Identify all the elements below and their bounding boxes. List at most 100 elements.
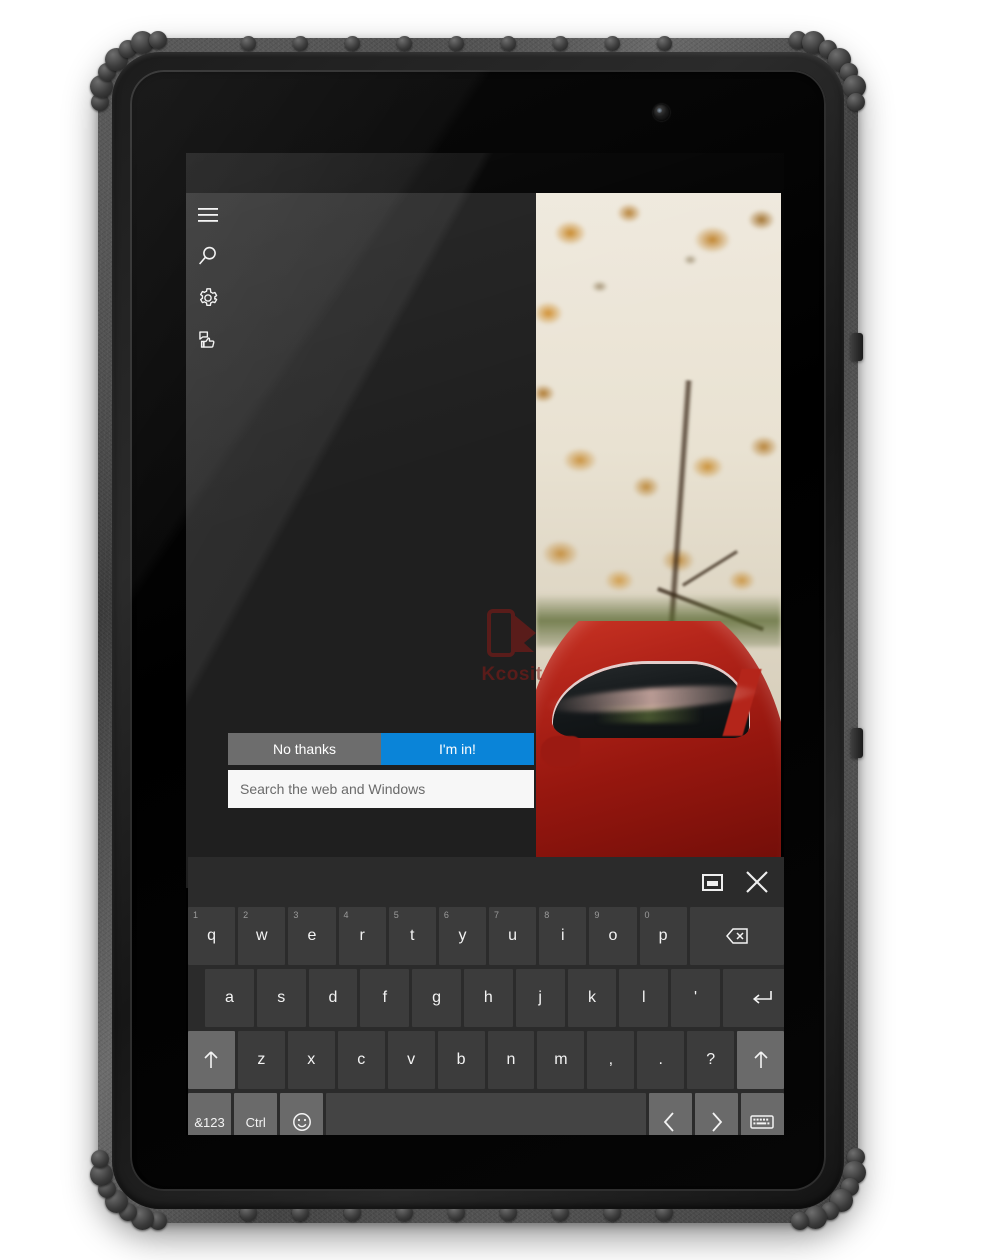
spacebar[interactable] <box>326 1093 646 1135</box>
backspace-key[interactable] <box>689 907 784 965</box>
key-number-hint: 7 <box>494 910 500 920</box>
key-q[interactable]: 1q <box>188 907 236 965</box>
cortana-nav-rail <box>186 193 230 888</box>
bumper-nub <box>396 35 412 51</box>
key-a[interactable]: a <box>205 969 254 1027</box>
side-button-volume[interactable] <box>851 333 863 361</box>
key-u[interactable]: 7u <box>489 907 537 965</box>
row-function: &123 Ctrl <box>188 1093 784 1135</box>
hamburger-menu-icon[interactable] <box>194 201 222 229</box>
arrow-left-key[interactable] <box>648 1093 692 1135</box>
taskbar-search-box[interactable]: Search the web and Windows <box>228 770 534 808</box>
side-button-power[interactable] <box>851 728 863 758</box>
bumper-nub <box>846 93 865 112</box>
key-number-hint: 9 <box>594 910 600 920</box>
key-m[interactable]: m <box>537 1031 585 1089</box>
feedback-icon[interactable] <box>194 326 222 354</box>
car-mirror <box>540 735 581 768</box>
key-label: g <box>432 989 442 1006</box>
key-x[interactable]: x <box>287 1031 335 1089</box>
key-f[interactable]: f <box>360 969 410 1027</box>
key-label: &123 <box>194 1114 225 1130</box>
bumper-nub <box>791 1211 810 1230</box>
key-t[interactable]: 5t <box>388 907 436 965</box>
key-Ctrl[interactable]: Ctrl <box>234 1093 278 1135</box>
gear-icon[interactable] <box>194 284 222 312</box>
close-keyboard-icon[interactable] <box>743 868 771 896</box>
search-icon[interactable] <box>194 242 222 270</box>
enter-icon <box>751 989 773 1007</box>
key-y[interactable]: 6y <box>438 907 487 965</box>
key-w[interactable]: 2w <box>238 907 286 965</box>
key-label: u <box>508 927 518 944</box>
desktop-wallpaper <box>536 193 781 861</box>
keyboard-title-bar <box>188 857 784 907</box>
keyboard-layout-icon <box>750 1114 775 1130</box>
key-number-hint: 2 <box>243 910 249 920</box>
no-thanks-button[interactable]: No thanks <box>228 733 381 765</box>
key-b[interactable]: b <box>437 1031 485 1089</box>
key-number-hint: 3 <box>293 910 299 920</box>
keyboard-layout-key[interactable] <box>740 1093 784 1135</box>
key-label: , <box>608 1051 614 1068</box>
bumper-nub <box>552 35 568 51</box>
shift-icon <box>202 1050 220 1070</box>
key-e[interactable]: 3e <box>288 907 336 965</box>
key-number-hint: 1 <box>193 910 199 920</box>
enter-key[interactable] <box>722 969 784 1027</box>
key-h[interactable]: h <box>463 969 513 1027</box>
bumper-nub <box>344 35 360 51</box>
key-[interactable]: ' <box>671 969 720 1027</box>
touch-keyboard: 1 q 2 w 3 e 4 r 5 t 6 y 7 u 8 i 9 o 0 p a s d f g h j k l ' z x c v b n m,.?… <box>188 857 784 1135</box>
bumper-nub <box>91 1149 110 1168</box>
key-123[interactable]: &123 <box>188 1093 232 1135</box>
key-label: v <box>407 1051 416 1068</box>
cortana-consent-buttons: No thanks I'm in! <box>228 733 534 765</box>
key-l[interactable]: l <box>619 969 669 1027</box>
key-[interactable]: , <box>587 1031 635 1089</box>
key-i[interactable]: 8i <box>539 907 587 965</box>
key-label: ' <box>694 989 698 1006</box>
key-label: s <box>277 989 286 1006</box>
key-k[interactable]: k <box>567 969 617 1027</box>
dock-keyboard-icon[interactable] <box>698 868 726 896</box>
row-bottom: z x c v b n m,.? <box>188 1031 784 1089</box>
arrow-right-icon <box>708 1111 724 1133</box>
im-in-button[interactable]: I'm in! <box>381 733 534 765</box>
key-label: h <box>483 989 493 1006</box>
key-label: d <box>328 989 338 1006</box>
red-sports-car <box>536 620 781 861</box>
arrow-left-icon <box>662 1111 678 1133</box>
shift-key[interactable] <box>188 1031 235 1089</box>
key-label: n <box>506 1051 516 1068</box>
key-p[interactable]: 0p <box>639 907 687 965</box>
key-s[interactable]: s <box>256 969 306 1027</box>
key-c[interactable]: c <box>337 1031 385 1089</box>
key-label: z <box>257 1051 266 1068</box>
key-j[interactable]: j <box>515 969 565 1027</box>
key-[interactable]: . <box>637 1031 685 1089</box>
key-d[interactable]: d <box>308 969 358 1027</box>
bumper-nub <box>148 31 167 50</box>
arrow-right-key[interactable] <box>694 1093 738 1135</box>
key-label: x <box>307 1051 316 1068</box>
key-r[interactable]: 4r <box>338 907 386 965</box>
rugged-tablet-device: Kcosit No thanks I'm in! Search the web … <box>90 31 867 1230</box>
key-z[interactable]: z <box>237 1031 285 1089</box>
search-placeholder: Search the web and Windows <box>240 781 426 797</box>
key-n[interactable]: n <box>487 1031 535 1089</box>
key-v[interactable]: v <box>387 1031 435 1089</box>
bumper-nub <box>240 35 256 51</box>
bumper-nub <box>656 35 672 51</box>
key-number-hint: 0 <box>644 910 650 920</box>
shift-icon <box>752 1050 770 1070</box>
key-number-hint: 6 <box>443 910 449 920</box>
key-[interactable]: ? <box>687 1031 735 1089</box>
bumper-nub <box>604 35 620 51</box>
key-label: c <box>357 1051 366 1068</box>
emoji-key[interactable] <box>280 1093 324 1135</box>
key-o[interactable]: 9o <box>589 907 637 965</box>
key-g[interactable]: g <box>412 969 461 1027</box>
shift-key[interactable] <box>737 1031 784 1089</box>
key-label: j <box>538 989 542 1006</box>
